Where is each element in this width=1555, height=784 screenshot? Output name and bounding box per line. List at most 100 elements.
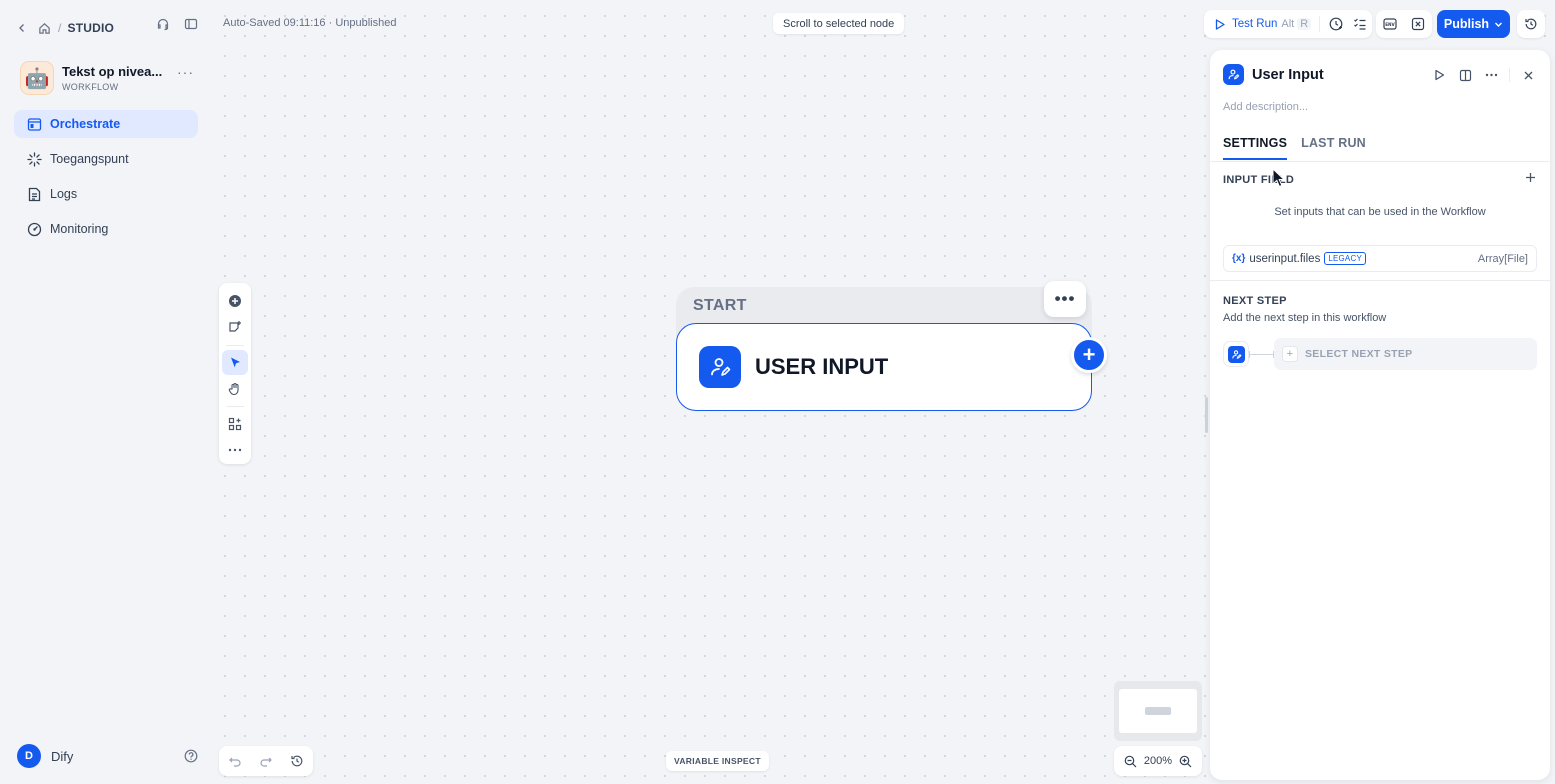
history-icon[interactable]	[289, 753, 305, 769]
breadcrumb: / STUDIO	[14, 20, 114, 36]
test-run-shortcut: Alt R	[1281, 18, 1312, 30]
sidebar-item-logs[interactable]: Logs	[14, 180, 198, 208]
run-history-icon[interactable]	[1328, 16, 1344, 32]
next-step-row: + SELECT NEXT STEP	[1223, 338, 1537, 370]
plus-icon: +	[1282, 346, 1298, 362]
current-node-icon	[1223, 341, 1249, 367]
minimap-node	[1145, 707, 1171, 715]
sidebar-item-label: Logs	[50, 187, 78, 201]
start-node-group: START ••• USER INPUT	[676, 281, 1092, 411]
minimap[interactable]	[1114, 681, 1202, 741]
variable-icon: {x}	[1232, 253, 1246, 264]
sidebar-item-toegangspunt[interactable]: Toegangspunt	[14, 145, 198, 173]
zoom-level[interactable]: 200%	[1144, 755, 1172, 767]
version-history-group	[1517, 10, 1545, 38]
close-icon[interactable]	[1520, 67, 1536, 83]
add-note-button[interactable]	[222, 314, 248, 339]
toolbar-divider	[226, 344, 244, 346]
avatar: D	[17, 744, 41, 768]
chevron-left-icon[interactable]	[14, 20, 30, 36]
autosave-status: Auto-Saved 09:11:16 · Unpublished	[223, 17, 397, 29]
home-icon[interactable]	[36, 20, 52, 36]
breadcrumb-separator: /	[58, 21, 62, 35]
tab-last-run[interactable]: LAST RUN	[1301, 136, 1366, 160]
logs-icon	[26, 186, 42, 202]
panel-actions-divider	[1509, 68, 1510, 82]
start-node-label: START	[693, 297, 747, 314]
add-next-node-button[interactable]: +	[1071, 337, 1107, 373]
shortcut-key: R	[1297, 18, 1312, 30]
user-input-node[interactable]: USER INPUT	[676, 323, 1092, 411]
toolbar-divider	[1319, 16, 1321, 32]
input-variable-row[interactable]: {x} userinput.files LEGACY Array[File]	[1223, 245, 1537, 272]
organize-blocks-button[interactable]	[222, 411, 248, 436]
connector-line	[1249, 350, 1274, 358]
shortcut-modifier: Alt	[1281, 18, 1295, 30]
user-input-icon	[699, 346, 741, 388]
breadcrumb-studio[interactable]: STUDIO	[68, 21, 115, 35]
svg-text:ENV: ENV	[1385, 22, 1395, 27]
select-next-step-button[interactable]: + SELECT NEXT STEP	[1274, 338, 1537, 370]
checklist-icon[interactable]	[1352, 16, 1368, 32]
run-node-icon[interactable]	[1431, 67, 1447, 83]
chevron-down-icon	[1494, 20, 1503, 29]
help-icon[interactable]	[183, 748, 199, 764]
more-icon[interactable]	[1483, 67, 1499, 83]
user-name: Dify	[51, 748, 74, 764]
headset-icon[interactable]	[155, 16, 171, 32]
sidebar-toggle-icon[interactable]	[183, 16, 199, 32]
zoom-out-icon[interactable]	[1122, 753, 1138, 769]
undo-icon[interactable]	[227, 753, 243, 769]
description-input[interactable]: Add description...	[1223, 101, 1308, 113]
select-next-step-label: SELECT NEXT STEP	[1305, 348, 1413, 360]
redo-icon[interactable]	[258, 753, 274, 769]
node-more-icon[interactable]: •••	[1044, 281, 1086, 317]
publish-label: Publish	[1443, 17, 1490, 31]
panel-header: User Input	[1223, 64, 1324, 85]
app-card[interactable]: 🤖 Tekst op nivea... WORKFLOW ···	[20, 58, 200, 98]
orchestrate-icon	[26, 116, 42, 132]
pointer-mode-button[interactable]	[222, 349, 248, 375]
mouse-cursor-icon	[1272, 168, 1286, 188]
play-icon[interactable]	[1214, 16, 1226, 32]
sidebar-item-orchestrate[interactable]: Orchestrate	[14, 110, 198, 138]
test-run-button[interactable]: Test Run	[1232, 18, 1277, 30]
variable-type: Array[File]	[1477, 252, 1528, 265]
app-name: Tekst op nivea...	[62, 64, 163, 79]
next-step-description: Add the next step in this workflow	[1223, 312, 1387, 324]
split-view-icon[interactable]	[1457, 67, 1473, 83]
sidebar-item-monitoring[interactable]: Monitoring	[14, 215, 198, 243]
app-avatar: 🤖	[20, 61, 54, 95]
sidebar-nav: Orchestrate Toegangspunt Logs Monitoring	[14, 110, 198, 250]
undo-redo-controls	[219, 746, 313, 776]
app-type: WORKFLOW	[62, 82, 119, 92]
zoom-controls: 200%	[1114, 746, 1202, 776]
hand-mode-button[interactable]	[222, 376, 248, 401]
minimap-viewport	[1119, 689, 1197, 733]
conversation-variables-icon[interactable]	[1410, 16, 1426, 32]
toolbar-divider	[226, 406, 244, 408]
panel-tabs: SETTINGS LAST RUN	[1223, 136, 1537, 160]
add-input-field-button[interactable]	[1525, 172, 1536, 183]
panel-resize-handle[interactable]	[1205, 397, 1208, 433]
panel-actions	[1431, 67, 1536, 83]
add-node-button[interactable]	[222, 288, 248, 313]
tab-settings[interactable]: SETTINGS	[1223, 136, 1288, 160]
legacy-badge: LEGACY	[1324, 252, 1366, 265]
user-input-icon	[1223, 64, 1244, 85]
publish-button[interactable]: Publish	[1437, 10, 1510, 38]
sidebar-item-label: Toegangspunt	[50, 152, 129, 166]
next-step-title: NEXT STEP	[1223, 295, 1287, 307]
access-point-icon	[26, 151, 42, 167]
zoom-in-icon[interactable]	[1178, 753, 1194, 769]
app-more-icon[interactable]: ···	[177, 64, 194, 80]
canvas-toolbar	[219, 283, 251, 464]
user-profile[interactable]: D Dify	[17, 744, 199, 768]
scroll-to-selected-button[interactable]: Scroll to selected node	[773, 13, 905, 34]
version-history-icon[interactable]	[1523, 16, 1539, 32]
more-tools-icon[interactable]	[222, 438, 248, 463]
panel-title[interactable]: User Input	[1252, 67, 1324, 83]
sidebar-item-label: Monitoring	[50, 222, 109, 236]
env-variables-icon[interactable]: ENV	[1382, 16, 1398, 32]
variable-inspect-button[interactable]: VARIABLE INSPECT	[666, 751, 769, 771]
